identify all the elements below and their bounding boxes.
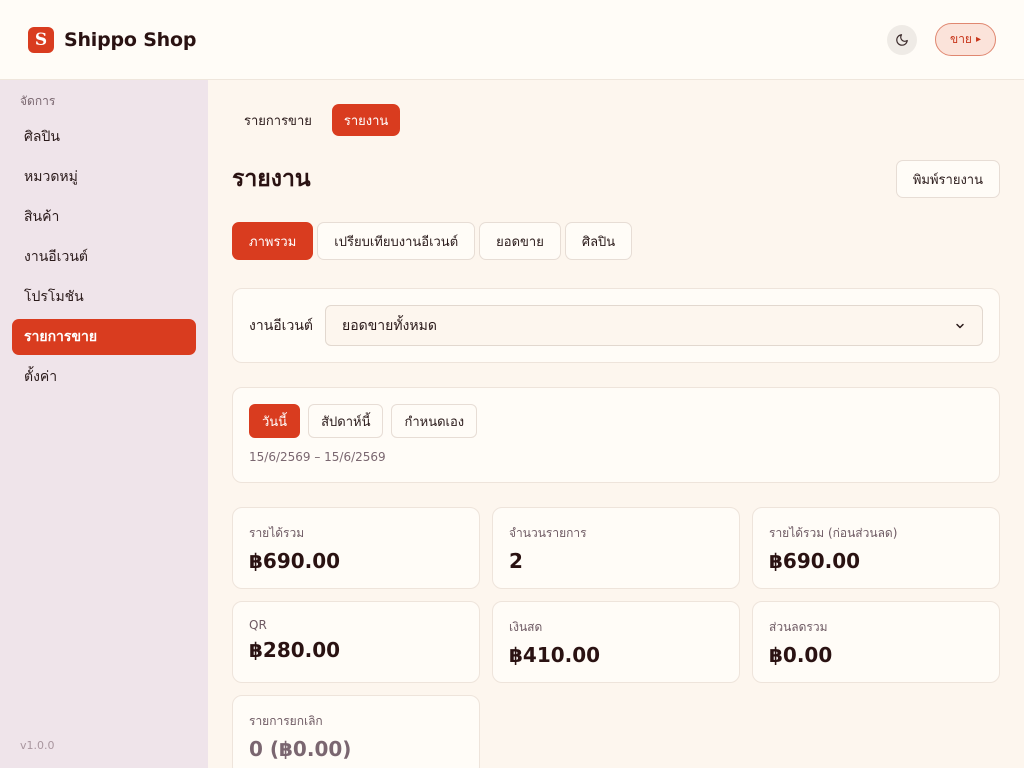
stat-label: รายได้รวม (ก่อนส่วนลด) (769, 526, 898, 540)
top-tabs: รายการขาย รายงาน (232, 104, 1000, 136)
tab-overview[interactable]: ภาพรวม (232, 222, 314, 260)
stat-card-qr: QR ฿280.00 (232, 601, 480, 683)
range-today-button[interactable]: วันนี้ (249, 404, 301, 438)
brand-name: Shippo Shop (64, 28, 197, 51)
sell-button[interactable]: ขาย ▸ (934, 23, 996, 56)
range-week-button[interactable]: สัปดาห์นี้ (308, 404, 384, 438)
stat-label: รายได้รวม (249, 526, 305, 540)
event-filter-label: งานอีเวนต์ (249, 317, 313, 334)
sidebar-section-title: จัดการ (20, 94, 56, 108)
sidebar-item-artists[interactable]: ศิลปิน (12, 119, 196, 155)
event-filter-card: งานอีเวนต์ ยอดขายทั้งหมด (232, 288, 1000, 363)
tab-sales-list[interactable]: รายการขาย (232, 104, 324, 136)
stat-value: 0 (฿0.00) (249, 737, 352, 761)
stats-grid: รายได้รวม ฿690.00 จำนวนรายการ 2 รายได้รว… (232, 507, 1000, 768)
tab-sales[interactable]: ยอดขาย (479, 222, 561, 260)
stat-card-order-count: จำนวนรายการ 2 (492, 507, 740, 589)
sidebar-item-events[interactable]: งานอีเวนต์ (12, 239, 196, 275)
stat-card-cash: เงินสด ฿410.00 (492, 601, 740, 683)
report-tabs: ภาพรวม เปรียบเทียบงานอีเวนต์ ยอดขาย ศิลป… (232, 222, 1000, 260)
main-content: รายการขาย รายงาน รายงาน พิมพ์รายงาน ภาพร… (208, 80, 1024, 768)
stat-value: ฿410.00 (509, 643, 601, 667)
date-range-card: วันนี้ สัปดาห์นี้ กำหนดเอง 15/6/2569 – 1… (232, 387, 1000, 483)
page-title: รายงาน (232, 166, 311, 192)
stat-label: รายการยกเลิก (249, 714, 323, 728)
stat-label: เงินสด (509, 620, 543, 634)
moon-icon (896, 33, 908, 46)
sell-button-label: ขาย (949, 32, 972, 46)
stat-card-discount: ส่วนลดรวม ฿0.00 (752, 601, 1000, 683)
brand[interactable]: S Shippo Shop (28, 26, 197, 53)
sidebar-item-categories[interactable]: หมวดหมู่ (12, 159, 196, 195)
app-header: S Shippo Shop ขาย ▸ (0, 0, 1024, 80)
header-actions: ขาย ▸ (886, 23, 996, 56)
tab-artists[interactable]: ศิลปิน (564, 222, 633, 260)
stat-label: จำนวนรายการ (509, 526, 587, 540)
stat-label: ส่วนลดรวม (769, 620, 828, 634)
chevron-down-icon (956, 323, 964, 328)
play-arrow-icon: ▸ (975, 34, 981, 45)
sidebar-item-products[interactable]: สินค้า (12, 199, 196, 235)
stat-value: ฿0.00 (769, 643, 833, 667)
stat-card-cancelled: รายการยกเลิก 0 (฿0.00) (232, 695, 480, 768)
event-select[interactable]: ยอดขายทั้งหมด (324, 305, 983, 346)
stat-label: QR (249, 618, 267, 632)
stat-value: 2 (509, 549, 523, 573)
shop-logo-icon: S (28, 26, 54, 53)
sidebar-item-sales[interactable]: รายการขาย (12, 319, 196, 355)
stat-value: ฿280.00 (249, 638, 341, 662)
theme-toggle-button[interactable] (886, 24, 917, 55)
tab-reports[interactable]: รายงาน (331, 104, 401, 136)
sidebar-item-promotions[interactable]: โปรโมชัน (12, 279, 196, 315)
print-report-button[interactable]: พิมพ์รายงาน (895, 160, 1000, 198)
sidebar-item-settings[interactable]: ตั้งค่า (12, 359, 196, 395)
tab-event-compare[interactable]: เปรียบเทียบงานอีเวนต์ (317, 222, 476, 260)
stat-value: ฿690.00 (249, 549, 341, 573)
stat-card-gross-revenue: รายได้รวม (ก่อนส่วนลด) ฿690.00 (752, 507, 1000, 589)
range-custom-button[interactable]: กำหนดเอง (391, 404, 478, 438)
app-version: v1.0.0 (20, 739, 55, 752)
date-range-buttons: วันนี้ สัปดาห์นี้ กำหนดเอง (249, 404, 983, 438)
event-select-value: ยอดขายทั้งหมด (341, 317, 437, 334)
date-range-text: 15/6/2569 – 15/6/2569 (249, 450, 386, 464)
sidebar: จัดการ ศิลปิน หมวดหมู่ สินค้า งานอีเวนต์… (0, 80, 208, 768)
stat-value: ฿690.00 (769, 549, 861, 573)
stat-card-total-revenue: รายได้รวม ฿690.00 (232, 507, 480, 589)
title-row: รายงาน พิมพ์รายงาน (232, 160, 1000, 198)
